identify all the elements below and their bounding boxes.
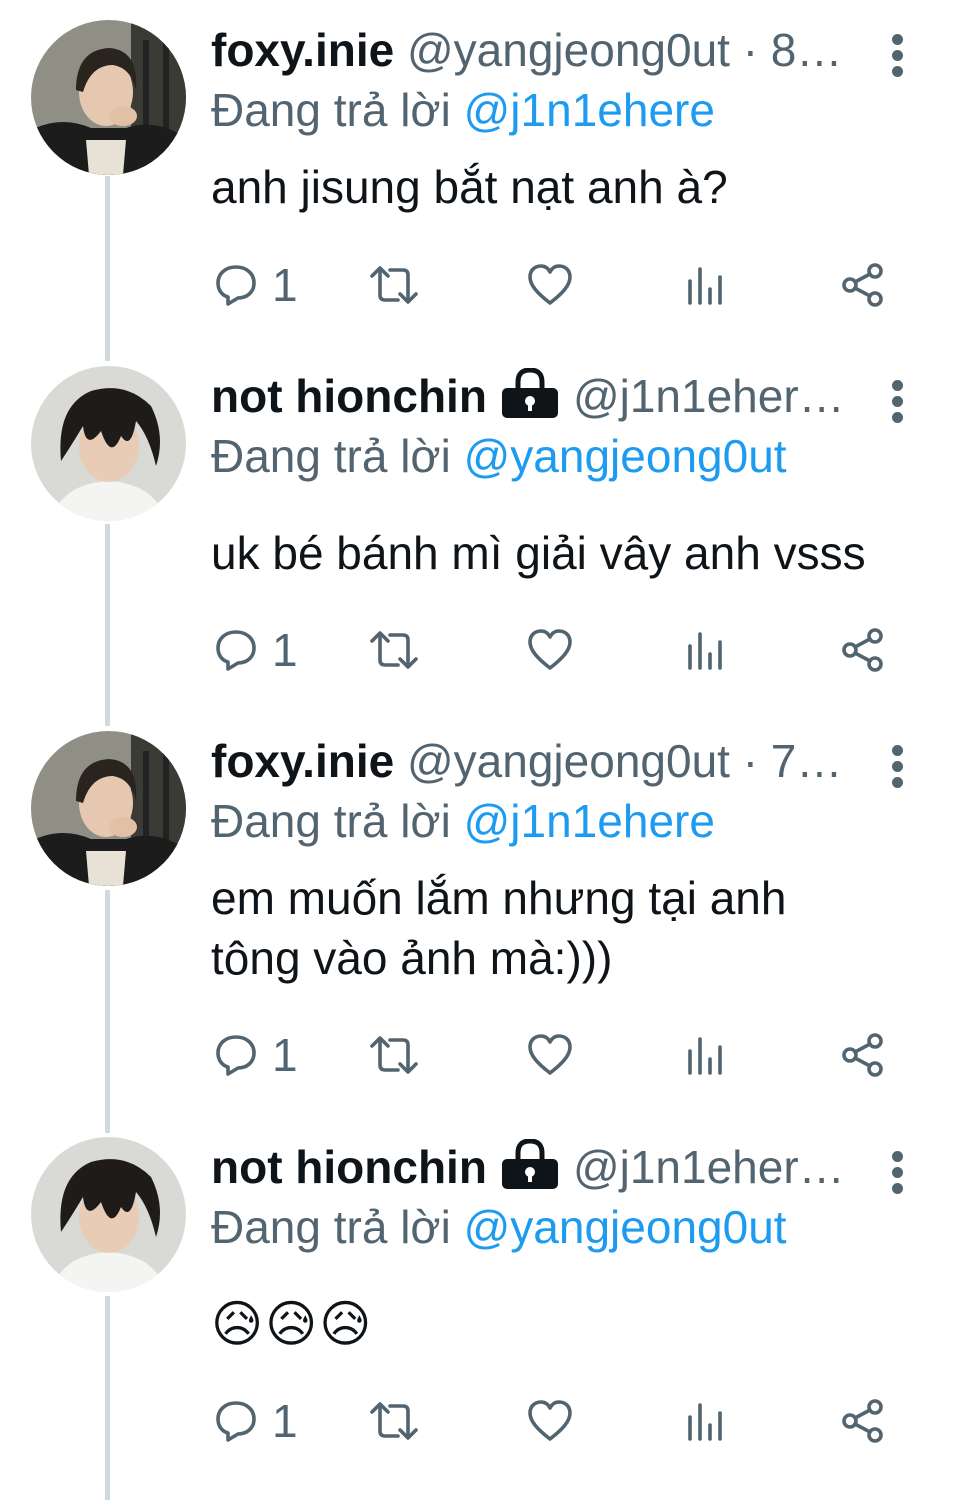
tweet[interactable]: not hionchin @j1n1eher… Đang trả lời @ya… bbox=[0, 366, 960, 686]
replying-to: Đang trả lời @yangjeong0ut bbox=[211, 426, 787, 486]
share-button[interactable] bbox=[840, 1025, 886, 1085]
avatar[interactable] bbox=[31, 20, 186, 175]
action-bar: 1 bbox=[0, 1391, 960, 1451]
replying-to: Đang trả lời @j1n1ehere bbox=[211, 80, 715, 140]
heart-icon bbox=[528, 1034, 572, 1075]
reply-icon bbox=[216, 265, 256, 306]
action-bar: 1 bbox=[0, 1025, 960, 1085]
avatar[interactable] bbox=[31, 366, 186, 521]
share-icon bbox=[842, 628, 883, 672]
tweet[interactable]: not hionchin @j1n1eher… Đang trả lời @ya… bbox=[0, 1137, 960, 1457]
reply-icon bbox=[216, 1401, 256, 1442]
views-chart-icon bbox=[688, 1403, 722, 1441]
share-button[interactable] bbox=[840, 620, 886, 680]
mention-link[interactable]: @yangjeong0ut bbox=[464, 430, 787, 482]
tweet[interactable]: foxy.inie @yangjeong0ut · 7… Đang trả lờ… bbox=[0, 731, 960, 1091]
tweet-text: anh jisung bắt nạt anh à? bbox=[211, 161, 728, 213]
tweet-header: not hionchin @j1n1eher… bbox=[211, 1137, 876, 1197]
more-vertical-icon[interactable] bbox=[884, 1145, 912, 1205]
like-button[interactable] bbox=[527, 255, 573, 315]
username-handle[interactable]: @yangjeong0ut · 7… bbox=[407, 735, 842, 787]
retweet-icon bbox=[370, 266, 418, 304]
mention-link[interactable]: @j1n1ehere bbox=[464, 795, 715, 847]
lock-icon bbox=[501, 368, 558, 418]
like-button[interactable] bbox=[527, 1391, 573, 1451]
lock-icon bbox=[501, 1139, 558, 1189]
reply-icon bbox=[216, 1035, 256, 1076]
views-button[interactable] bbox=[686, 1391, 726, 1451]
display-name[interactable]: not hionchin bbox=[211, 370, 487, 422]
reply-button[interactable]: 1 bbox=[214, 255, 298, 315]
tweet-header: foxy.inie @yangjeong0ut · 7… bbox=[211, 731, 876, 791]
reply-button[interactable]: 1 bbox=[214, 1025, 298, 1085]
avatar[interactable] bbox=[31, 731, 186, 886]
avatar[interactable] bbox=[31, 1137, 186, 1292]
action-bar: 1 bbox=[0, 255, 960, 315]
display-name[interactable]: not hionchin bbox=[211, 1141, 487, 1193]
views-button[interactable] bbox=[686, 1025, 726, 1085]
retweet-icon bbox=[370, 1036, 418, 1074]
replying-prefix: Đang trả lời bbox=[211, 1201, 451, 1253]
tweet-header: not hionchin @j1n1eher… bbox=[211, 366, 876, 426]
username-handle[interactable]: @yangjeong0ut · 8… bbox=[407, 24, 842, 76]
share-icon bbox=[842, 1033, 883, 1077]
retweet-button[interactable] bbox=[368, 1025, 420, 1085]
views-chart-icon bbox=[688, 632, 722, 670]
replying-prefix: Đang trả lời bbox=[211, 430, 451, 482]
mention-link[interactable]: @j1n1ehere bbox=[464, 84, 715, 136]
heart-icon bbox=[528, 264, 572, 305]
mention-link[interactable]: @yangjeong0ut bbox=[464, 1201, 787, 1253]
heart-icon bbox=[528, 1400, 572, 1441]
share-icon bbox=[842, 1399, 883, 1443]
reply-count: 1 bbox=[272, 624, 298, 676]
retweet-button[interactable] bbox=[368, 620, 420, 680]
share-icon bbox=[842, 263, 883, 307]
tweet-header: foxy.inie @yangjeong0ut · 8… bbox=[211, 20, 876, 80]
replying-to: Đang trả lời @yangjeong0ut bbox=[211, 1197, 787, 1257]
like-button[interactable] bbox=[527, 1025, 573, 1085]
retweet-button[interactable] bbox=[368, 1391, 420, 1451]
reply-count: 1 bbox=[272, 1029, 298, 1081]
more-vertical-icon[interactable] bbox=[884, 28, 912, 88]
more-vertical-icon[interactable] bbox=[884, 739, 912, 799]
views-button[interactable] bbox=[686, 255, 726, 315]
username-handle[interactable]: @j1n1eher… bbox=[573, 1141, 845, 1193]
retweet-button[interactable] bbox=[368, 255, 420, 315]
reply-button[interactable]: 1 bbox=[214, 1391, 298, 1451]
share-button[interactable] bbox=[840, 1391, 886, 1451]
tweet[interactable]: foxy.inie @yangjeong0ut · 8… Đang trả lờ… bbox=[0, 20, 960, 320]
action-bar: 1 bbox=[0, 620, 960, 680]
more-vertical-icon[interactable] bbox=[884, 374, 912, 434]
like-button[interactable] bbox=[527, 620, 573, 680]
username-handle[interactable]: @j1n1eher… bbox=[573, 370, 845, 422]
heart-icon bbox=[528, 629, 572, 670]
views-chart-icon bbox=[688, 267, 722, 305]
reply-count: 1 bbox=[272, 259, 298, 311]
views-button[interactable] bbox=[686, 620, 726, 680]
views-chart-icon bbox=[688, 1037, 722, 1075]
replying-prefix: Đang trả lời bbox=[211, 795, 451, 847]
tweet-text: em muốn lắm nhưng tại anh tông vào ảnh m… bbox=[211, 872, 787, 984]
tweet-text: uk bé bánh mì giải vây anh vsss bbox=[211, 527, 866, 579]
tweet-emoji-text: 😥😥😥 bbox=[211, 1296, 374, 1352]
reply-icon bbox=[216, 630, 256, 671]
retweet-icon bbox=[370, 1402, 418, 1440]
reply-count: 1 bbox=[272, 1395, 298, 1447]
replying-prefix: Đang trả lời bbox=[211, 84, 451, 136]
replying-to: Đang trả lời @j1n1ehere bbox=[211, 791, 715, 851]
share-button[interactable] bbox=[840, 255, 886, 315]
reply-button[interactable]: 1 bbox=[214, 620, 298, 680]
retweet-icon bbox=[370, 631, 418, 669]
display-name[interactable]: foxy.inie bbox=[211, 24, 394, 76]
display-name[interactable]: foxy.inie bbox=[211, 735, 394, 787]
